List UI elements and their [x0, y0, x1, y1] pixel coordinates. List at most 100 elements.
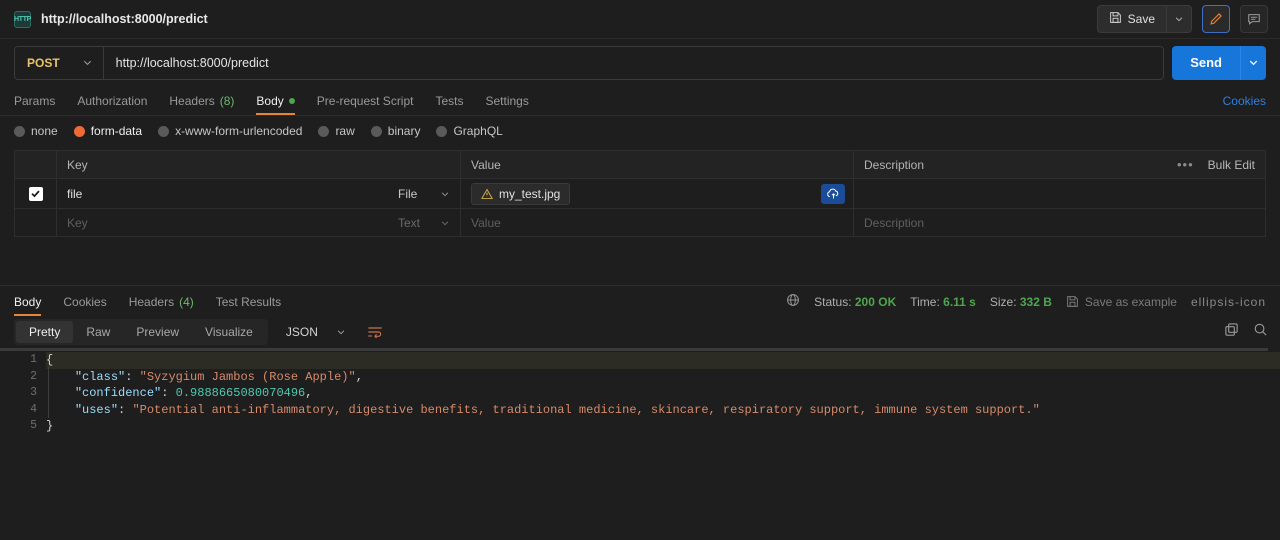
radio-icon — [318, 125, 330, 137]
row-type-selector[interactable]: File — [398, 179, 460, 208]
pencil-icon — [1210, 13, 1222, 25]
panel-spacer — [0, 237, 1280, 285]
word-wrap-button[interactable] — [362, 320, 388, 344]
body-type-binary[interactable]: binary — [370, 124, 421, 138]
empty-row-value-cell[interactable]: Value — [461, 209, 854, 236]
empty-row-description-cell[interactable]: Description — [854, 209, 1265, 236]
tab-body[interactable]: Body — [245, 94, 305, 115]
header-cell-key: Key — [57, 151, 461, 178]
body-type-none[interactable]: none — [14, 124, 58, 138]
view-mode-raw[interactable]: Raw — [73, 321, 123, 343]
body-type-form-data[interactable]: form-data — [73, 124, 143, 138]
code-content[interactable]: { "class": "Syzygium Jambos (Rose Apple)… — [46, 348, 1280, 540]
table-more-options-icon[interactable]: ••• — [1177, 157, 1194, 172]
tab-label: Body — [14, 295, 42, 309]
cookies-link[interactable]: Cookies — [1223, 94, 1266, 115]
tab-count: (4) — [179, 295, 194, 309]
response-more-options-icon[interactable]: ellipsis-icon — [1191, 295, 1266, 309]
search-button[interactable] — [1253, 322, 1268, 342]
row-key-cell[interactable]: file File — [57, 179, 461, 208]
response-format-label: JSON — [285, 325, 318, 339]
tab-label: Params — [14, 94, 56, 108]
response-tab-headers[interactable]: Headers (4) — [118, 295, 205, 316]
response-format-selector[interactable]: JSON — [276, 325, 354, 339]
url-input[interactable] — [103, 46, 1164, 79]
tab-settings[interactable]: Settings — [475, 94, 540, 115]
url-input-wrapper: POST — [14, 45, 1165, 80]
response-body-viewer[interactable]: 1 2 3 4 5 { "class": "Syzygium Jambos (R… — [0, 348, 1280, 540]
copy-button[interactable] — [1224, 322, 1239, 342]
status-badge: Status: 200 OK — [814, 295, 896, 309]
empty-row-checkbox-cell — [15, 209, 57, 236]
view-mode-preview[interactable]: Preview — [123, 321, 192, 343]
tab-params[interactable]: Params — [14, 94, 66, 115]
response-tab-test-results[interactable]: Test Results — [205, 295, 292, 316]
radio-label: binary — [387, 124, 421, 138]
body-type-radio-group: none form-data x-www-form-urlencoded raw… — [0, 116, 1280, 146]
save-as-example-button[interactable]: Save as example — [1066, 295, 1177, 309]
tab-headers[interactable]: Headers (8) — [158, 94, 245, 115]
comments-button[interactable] — [1240, 5, 1268, 33]
tab-label: Headers — [128, 295, 175, 309]
chevron-down-icon — [1249, 60, 1258, 66]
tab-label: Tests — [435, 94, 464, 108]
tab-pre-request-script[interactable]: Pre-request Script — [306, 94, 425, 115]
json-value-class: "Syzygium Jambos (Rose Apple)" — [139, 369, 356, 384]
method-selector[interactable]: POST — [15, 46, 104, 79]
size-badge: Size: 332 B — [990, 295, 1052, 309]
send-button[interactable]: Send — [1172, 45, 1240, 80]
response-tab-body[interactable]: Body — [14, 295, 52, 316]
empty-row-type-selector[interactable]: Text — [398, 209, 460, 236]
response-tab-cookies[interactable]: Cookies — [52, 295, 117, 316]
table-row: file File my_test.jpg — [15, 179, 1265, 209]
row-description-cell[interactable] — [854, 179, 1265, 208]
tab-tests[interactable]: Tests — [424, 94, 474, 115]
copy-icon — [1225, 323, 1238, 336]
json-comma: , — [355, 369, 363, 384]
tab-label: Body — [256, 94, 284, 108]
bulk-edit-button[interactable]: Bulk Edit — [1208, 158, 1255, 172]
row-value-cell: my_test.jpg — [461, 179, 854, 208]
empty-row-key-cell[interactable]: Key Text — [57, 209, 461, 236]
header-cell-value: Value — [461, 151, 854, 178]
file-chip[interactable]: my_test.jpg — [471, 182, 571, 205]
row-checkbox-cell — [15, 179, 57, 208]
size-value: 332 B — [1019, 294, 1052, 309]
save-dropdown-button[interactable] — [1166, 5, 1192, 33]
save-button[interactable]: Save — [1096, 5, 1166, 33]
chevron-down-icon — [1175, 17, 1183, 22]
send-dropdown-button[interactable] — [1240, 45, 1266, 80]
response-tabs: Body Cookies Headers (4) Test Results St… — [0, 286, 1280, 316]
view-mode-pretty[interactable]: Pretty — [16, 321, 74, 343]
floppy-disk-icon — [1109, 11, 1122, 27]
tab-count: (8) — [219, 94, 235, 108]
table-header-actions: ••• Bulk Edit — [1177, 157, 1255, 172]
save-button-group: Save — [1096, 5, 1192, 33]
form-data-table: Key Value Description ••• Bulk Edit file… — [14, 150, 1266, 237]
body-type-x-www-form-urlencoded[interactable]: x-www-form-urlencoded — [158, 124, 302, 138]
radio-label: form-data — [90, 124, 143, 138]
radio-icon — [158, 125, 170, 137]
edit-request-button[interactable] — [1202, 5, 1230, 33]
time-label: Time: — [910, 294, 940, 309]
method-label: POST — [27, 55, 60, 70]
code-line-1: { — [46, 352, 1280, 369]
search-icon — [1254, 323, 1267, 336]
postman-app: HTTP http://localhost:8000/predict Save — [0, 0, 1280, 540]
globe-icon[interactable] — [786, 293, 800, 310]
json-close-brace: } — [46, 419, 54, 433]
row-checkbox[interactable] — [28, 186, 43, 201]
tab-authorization[interactable]: Authorization — [66, 94, 158, 115]
json-colon: : — [118, 402, 133, 417]
time-value: 6.11 s — [943, 294, 976, 309]
cloud-upload-icon[interactable] — [821, 183, 845, 204]
request-tabs: Params Authorization Headers (8) Body Pr… — [0, 86, 1280, 116]
body-type-raw[interactable]: raw — [318, 124, 355, 138]
status-value: 200 OK — [854, 294, 897, 309]
body-type-graphql[interactable]: GraphQL — [436, 124, 503, 138]
radio-label: raw — [335, 124, 355, 138]
file-name: my_test.jpg — [499, 186, 561, 201]
code-line-2: "class": "Syzygium Jambos (Rose Apple)", — [46, 369, 1280, 386]
tab-label: Test Results — [215, 295, 282, 309]
view-mode-visualize[interactable]: Visualize — [192, 321, 266, 343]
